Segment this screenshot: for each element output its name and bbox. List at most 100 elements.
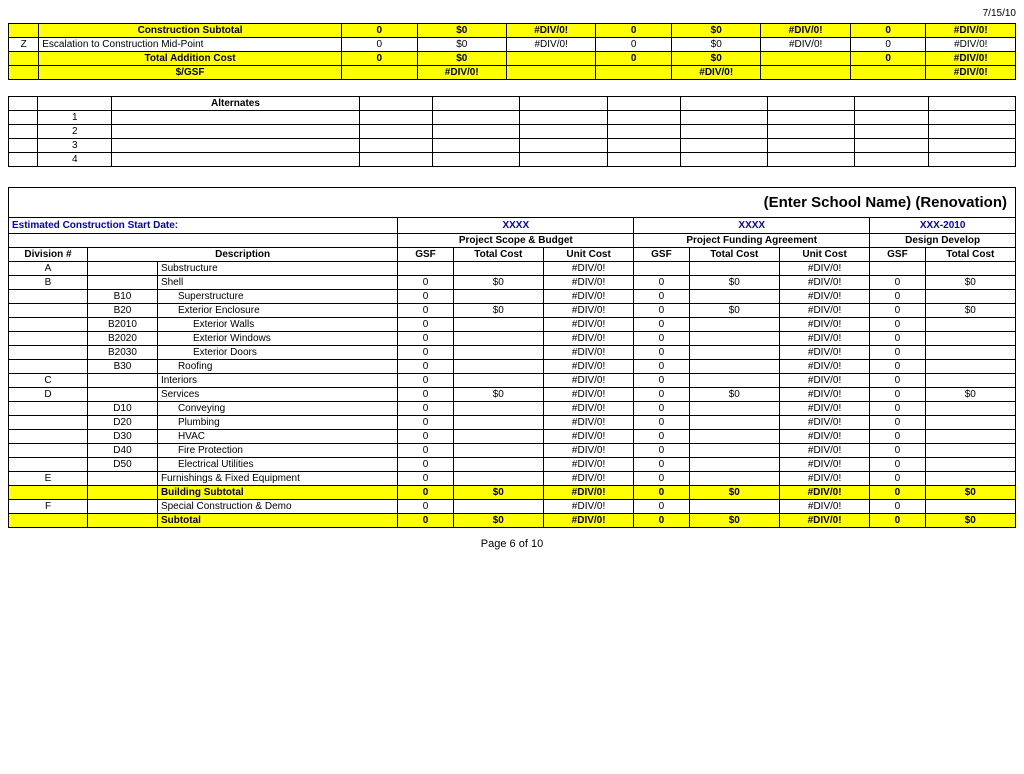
c2-gsf: 0 bbox=[634, 332, 689, 346]
c1-uc: #DIV/0! bbox=[543, 444, 633, 458]
alt-blank9 bbox=[855, 97, 929, 111]
unit-cost-header-1: Unit Cost bbox=[543, 248, 633, 262]
row-desc: Shell bbox=[157, 276, 397, 290]
col-prefix bbox=[9, 66, 39, 80]
c1 bbox=[359, 139, 433, 153]
col-labels-row: Division # Description GSF Total Cost Un… bbox=[9, 248, 1016, 262]
c1-tc bbox=[453, 458, 543, 472]
c2-uc: #DIV/0! bbox=[779, 346, 869, 360]
c2-tc: $0 bbox=[689, 514, 779, 528]
alt-blank2 bbox=[38, 97, 112, 111]
section-group-header-row: Project Scope & Budget Project Funding A… bbox=[9, 234, 1016, 248]
c2-uc: #DIV/0! bbox=[779, 500, 869, 514]
alt-blank3 bbox=[359, 97, 433, 111]
c2-uc: #DIV/0! bbox=[779, 276, 869, 290]
c3-gsf: 0 bbox=[870, 374, 925, 388]
c2-gsf bbox=[634, 262, 689, 276]
c1-gsf: 0 bbox=[398, 514, 453, 528]
data-row: Subtotal0$0#DIV/0!0$0#DIV/0!0$0 bbox=[9, 514, 1016, 528]
c2-uc: #DIV/0! bbox=[779, 374, 869, 388]
c2-gsf: 0 bbox=[634, 276, 689, 290]
c1-tc bbox=[453, 430, 543, 444]
row-id: A bbox=[9, 262, 88, 276]
c3-tc bbox=[925, 500, 1015, 514]
row-desc: Services bbox=[157, 388, 397, 402]
row-desc: Exterior Walls bbox=[157, 318, 397, 332]
data-row: D10Conveying0#DIV/0!0#DIV/0!0 bbox=[9, 402, 1016, 416]
row-code bbox=[88, 514, 158, 528]
c2-gsf: 0 bbox=[634, 500, 689, 514]
c2-uc bbox=[761, 66, 850, 80]
data-row: B2030Exterior Doors0#DIV/0!0#DIV/0!0 bbox=[9, 346, 1016, 360]
row-desc: Electrical Utilities bbox=[157, 458, 397, 472]
alt-prefix bbox=[9, 111, 38, 125]
c3-gsf: 0 bbox=[870, 346, 925, 360]
data-row: B20Exterior Enclosure0$0#DIV/0!0$0#DIV/0… bbox=[9, 304, 1016, 318]
c3-tc bbox=[925, 430, 1015, 444]
c2-tc bbox=[689, 472, 779, 486]
row-code bbox=[88, 374, 158, 388]
escalation-row: Z Escalation to Construction Mid-Point 0… bbox=[9, 38, 1016, 52]
c1-uc: #DIV/0! bbox=[543, 276, 633, 290]
row-id bbox=[9, 514, 88, 528]
c2-gsf: 0 bbox=[596, 24, 672, 38]
c1-tc: $0 bbox=[417, 52, 506, 66]
data-row: B30Roofing0#DIV/0!0#DIV/0!0 bbox=[9, 360, 1016, 374]
data-row: D30HVAC0#DIV/0!0#DIV/0!0 bbox=[9, 430, 1016, 444]
data-row: B10Superstructure0#DIV/0!0#DIV/0!0 bbox=[9, 290, 1016, 304]
c1-gsf: 0 bbox=[398, 318, 453, 332]
row-id bbox=[9, 458, 88, 472]
c3-gsf: 0 bbox=[870, 458, 925, 472]
row-desc: Subtotal bbox=[157, 514, 397, 528]
c2-tc: $0 bbox=[672, 24, 761, 38]
row-code: D10 bbox=[88, 402, 158, 416]
c2-tc: $0 bbox=[672, 38, 761, 52]
c2-tc bbox=[689, 444, 779, 458]
c8 bbox=[928, 125, 1015, 139]
row-desc: Building Subtotal bbox=[157, 486, 397, 500]
c5 bbox=[681, 125, 768, 139]
blank-header bbox=[9, 234, 398, 248]
c2-tc bbox=[689, 318, 779, 332]
row-desc: Fire Protection bbox=[157, 444, 397, 458]
c2-gsf: 0 bbox=[634, 472, 689, 486]
row-desc: Roofing bbox=[157, 360, 397, 374]
c3-tc bbox=[925, 332, 1015, 346]
alt-blank5 bbox=[520, 97, 607, 111]
c2-uc: #DIV/0! bbox=[779, 444, 869, 458]
c1-uc: #DIV/0! bbox=[543, 472, 633, 486]
alt-desc bbox=[112, 111, 360, 125]
data-row: B2010Exterior Walls0#DIV/0!0#DIV/0!0 bbox=[9, 318, 1016, 332]
c3-tc bbox=[925, 346, 1015, 360]
c2-tc bbox=[689, 290, 779, 304]
c4 bbox=[607, 125, 681, 139]
alt-desc bbox=[112, 125, 360, 139]
c1-tc bbox=[453, 500, 543, 514]
c3-tc bbox=[925, 444, 1015, 458]
gsf-header-1: GSF bbox=[398, 248, 453, 262]
data-row: EFurnishings & Fixed Equipment0#DIV/0!0#… bbox=[9, 472, 1016, 486]
c7 bbox=[855, 111, 929, 125]
c3-tc: $0 bbox=[925, 276, 1015, 290]
c1-tc bbox=[453, 374, 543, 388]
total-cost-header-3: Total Cost bbox=[925, 248, 1015, 262]
c7 bbox=[855, 139, 929, 153]
c2-tc: $0 bbox=[672, 52, 761, 66]
alt-desc bbox=[112, 153, 360, 167]
c8 bbox=[928, 111, 1015, 125]
row-label: $/GSF bbox=[39, 66, 342, 80]
c2-uc: #DIV/0! bbox=[779, 458, 869, 472]
c2-tc: $0 bbox=[689, 304, 779, 318]
c2-tc: $0 bbox=[689, 486, 779, 500]
c6 bbox=[768, 125, 855, 139]
c3-gsf: 0 bbox=[850, 24, 926, 38]
c2-gsf: 0 bbox=[634, 346, 689, 360]
data-row: DServices0$0#DIV/0!0$0#DIV/0!0$0 bbox=[9, 388, 1016, 402]
c4 bbox=[607, 139, 681, 153]
c3-tc: $0 bbox=[925, 304, 1015, 318]
c1 bbox=[359, 153, 433, 167]
c3-gsf: 0 bbox=[870, 402, 925, 416]
c3-uc: #DIV/0! bbox=[926, 38, 1016, 52]
div-num-header: Division # bbox=[9, 248, 88, 262]
c1-tc bbox=[453, 472, 543, 486]
